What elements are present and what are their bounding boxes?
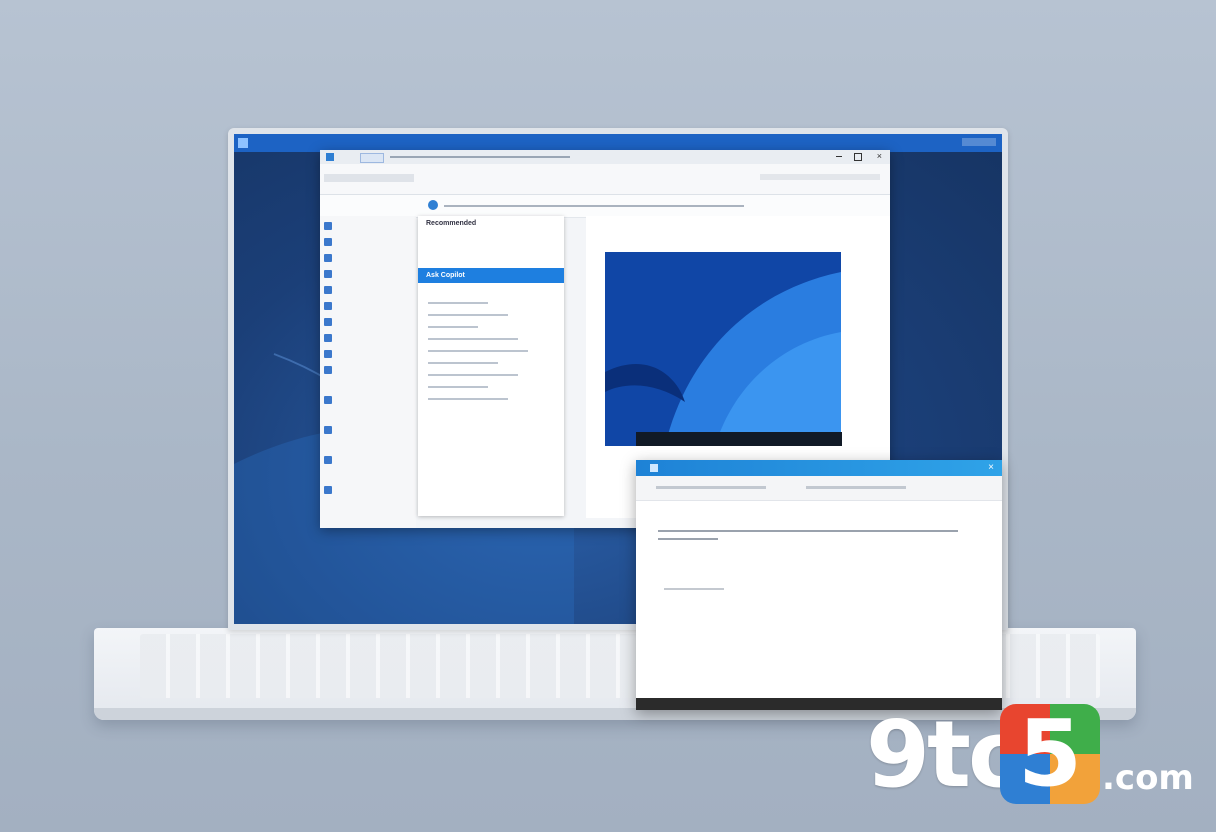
nav-item[interactable] bbox=[324, 286, 332, 294]
nav-item[interactable] bbox=[324, 238, 332, 246]
notepad-text-area[interactable] bbox=[658, 526, 978, 590]
context-menu-panel: Recommended Ask Copilot bbox=[418, 216, 564, 516]
logo-five-badge: 5 bbox=[1000, 704, 1100, 804]
logo-5: 5 bbox=[1017, 700, 1082, 807]
notepad-window: × bbox=[636, 460, 1002, 710]
nav-item[interactable] bbox=[324, 366, 332, 374]
9to5-logo: 9to 5 .com bbox=[866, 700, 1196, 810]
wallpaper-preview-image bbox=[605, 252, 841, 446]
ribbon-buttons[interactable] bbox=[324, 174, 414, 182]
nav-item[interactable] bbox=[324, 486, 332, 494]
nav-item[interactable] bbox=[324, 270, 332, 278]
nav-item[interactable] bbox=[324, 334, 332, 342]
nav-item[interactable] bbox=[324, 350, 332, 358]
menu-item-list bbox=[428, 292, 548, 410]
ribbon-options[interactable] bbox=[760, 174, 880, 180]
breadcrumb bbox=[444, 205, 744, 207]
navigation-pane bbox=[320, 216, 416, 528]
notepad-menu-bar[interactable] bbox=[636, 476, 1002, 501]
tab[interactable] bbox=[360, 153, 384, 163]
nav-item[interactable] bbox=[324, 318, 332, 326]
nav-item[interactable] bbox=[324, 222, 332, 230]
nav-item[interactable] bbox=[324, 302, 332, 310]
close-icon[interactable]: × bbox=[988, 462, 994, 473]
search-icon[interactable] bbox=[428, 200, 438, 210]
ribbon-toolbar bbox=[320, 164, 890, 195]
address-bar[interactable] bbox=[320, 195, 890, 218]
minimize-icon[interactable] bbox=[836, 156, 842, 157]
close-icon[interactable]: × bbox=[877, 151, 882, 161]
notepad-icon bbox=[650, 464, 658, 472]
nav-item[interactable] bbox=[324, 254, 332, 262]
title-text bbox=[390, 156, 570, 158]
nav-item[interactable] bbox=[324, 396, 332, 404]
selected-menu-item[interactable]: Ask Copilot bbox=[418, 268, 564, 283]
nav-item[interactable] bbox=[324, 456, 332, 464]
panel-title: Recommended bbox=[426, 220, 477, 227]
notepad-title-bar: × bbox=[636, 460, 1002, 476]
media-control-bar[interactable] bbox=[636, 432, 842, 446]
maximize-icon[interactable] bbox=[854, 153, 862, 161]
nav-item[interactable] bbox=[324, 426, 332, 434]
logo-com: .com bbox=[1102, 758, 1194, 798]
title-bar: × bbox=[320, 150, 890, 164]
folder-icon bbox=[326, 153, 334, 161]
